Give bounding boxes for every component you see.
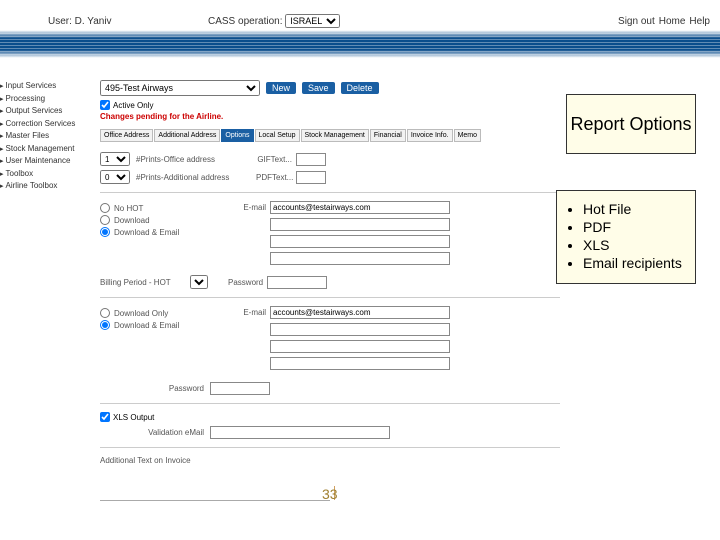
download-email-radio[interactable] (100, 227, 110, 237)
email2-input-2[interactable] (270, 323, 450, 336)
tab-office-address[interactable]: Office Address (100, 129, 153, 142)
user-label: User: D. Yaniv (48, 16, 208, 27)
header-links: Sign out Home Help (618, 16, 710, 27)
cass-op-label: CASS operation: (208, 16, 283, 27)
email-label: E-mail (230, 203, 270, 212)
active-only-label: Active Only (113, 101, 153, 110)
nav-toolbox[interactable]: Toolbox (0, 168, 92, 181)
top-bar: User: D. Yaniv CASS operation: ISRAEL Si… (48, 12, 710, 30)
side-nav: Input Services Processing Output Service… (0, 80, 92, 193)
nav-master-files[interactable]: Master Files (0, 130, 92, 143)
cass-op-select[interactable]: ISRAEL (285, 14, 340, 28)
prints-office-label: #Prints-Office address (136, 155, 256, 164)
airline-select[interactable]: 495-Test Airways (100, 80, 260, 96)
email2-input-1[interactable] (270, 306, 450, 319)
email2-input-3[interactable] (270, 340, 450, 353)
banner-stripe (0, 30, 720, 58)
pdftext-label: PDFText... (256, 173, 296, 182)
callout-list: Hot File PDF XLS Email recipients (556, 190, 696, 284)
tab-stock-mgmt[interactable]: Stock Management (301, 129, 369, 142)
nav-user-maintenance[interactable]: User Maintenance (0, 155, 92, 168)
email-input-1[interactable] (270, 201, 450, 214)
signout-link[interactable]: Sign out (618, 16, 655, 27)
cass-op: CASS operation: ISRAEL (208, 14, 408, 28)
delete-button[interactable]: Delete (341, 82, 379, 94)
nav-processing[interactable]: Processing (0, 93, 92, 106)
billing-period-row: Billing Period - HOT Password (100, 275, 560, 289)
new-button[interactable]: New (266, 82, 296, 94)
download-only-radio[interactable] (100, 308, 110, 318)
divider-2 (100, 297, 560, 298)
save-button[interactable]: Save (302, 82, 335, 94)
download-radio[interactable] (100, 215, 110, 225)
email2-label: E-mail (230, 308, 270, 317)
tab-memo[interactable]: Memo (454, 129, 481, 142)
divider-4 (100, 447, 560, 448)
addl-text-label: Additional Text on Invoice (100, 456, 191, 465)
divider-1 (100, 192, 560, 193)
active-only-row: Active Only (100, 100, 560, 110)
callout-item-hotfile: Hot File (583, 201, 687, 217)
callout-title-text: Report Options (570, 114, 691, 135)
tab-local-setup[interactable]: Local Setup (255, 129, 300, 142)
tab-financial[interactable]: Financial (370, 129, 406, 142)
nav-correction-services[interactable]: Correction Services (0, 118, 92, 131)
help-link[interactable]: Help (689, 16, 710, 27)
divider-3 (100, 403, 560, 404)
airline-row: 495-Test Airways New Save Delete (100, 80, 560, 96)
giftext-input[interactable] (296, 153, 326, 166)
download-label: Download (114, 216, 150, 225)
nav-stock-management[interactable]: Stock Management (0, 143, 92, 156)
validation-email-input[interactable] (210, 426, 390, 439)
active-only-checkbox[interactable] (100, 100, 110, 110)
billing-period-select[interactable] (190, 275, 208, 289)
pending-warning: Changes pending for the Airline. (100, 112, 560, 121)
nav-output-services[interactable]: Output Services (0, 105, 92, 118)
main-panel: 495-Test Airways New Save Delete Active … (100, 80, 560, 469)
password-label: Password (228, 278, 263, 287)
xls-checkbox[interactable] (100, 412, 110, 422)
password2-input[interactable] (210, 382, 270, 395)
callout-item-pdf: PDF (583, 219, 687, 235)
password-input[interactable] (267, 276, 327, 289)
no-hot-radio[interactable] (100, 203, 110, 213)
no-hot-label: No HOT (114, 204, 143, 213)
tab-bar: Office Address Additional Address Option… (100, 129, 560, 142)
password2-label: Password (100, 384, 210, 393)
page-number: 33 (322, 486, 338, 502)
email-input-3[interactable] (270, 235, 450, 248)
callout-item-email: Email recipients (583, 255, 687, 271)
email-input-4[interactable] (270, 252, 450, 265)
validation-email-label: Validation eMail (100, 428, 210, 437)
xls-row: XLS Output (100, 412, 560, 422)
download-email-label: Download & Email (114, 228, 179, 237)
footer-rule (100, 500, 330, 501)
pdftext-input[interactable] (296, 171, 326, 184)
email-input-2[interactable] (270, 218, 450, 231)
prints-office-select[interactable]: 1 (100, 152, 130, 166)
tab-additional-address[interactable]: Additional Address (154, 129, 220, 142)
tab-invoice-info[interactable]: Invoice Info. (407, 129, 453, 142)
nav-input-services[interactable]: Input Services (0, 80, 92, 93)
home-link[interactable]: Home (659, 16, 686, 27)
nav-airline-toolbox[interactable]: Airline Toolbox (0, 180, 92, 193)
prints-addl-select[interactable]: 0 (100, 170, 130, 184)
prints-addl-row: 0 #Prints-Additional address PDFText... (100, 170, 560, 184)
callout-title: Report Options (566, 94, 696, 154)
prints-office-row: 1 #Prints-Office address GIFText... (100, 152, 560, 166)
download-email2-radio[interactable] (100, 320, 110, 330)
email2-input-4[interactable] (270, 357, 450, 370)
download-email2-label: Download & Email (114, 321, 179, 330)
xls-label: XLS Output (113, 413, 154, 422)
download-only-label: Download Only (114, 309, 168, 318)
callout-item-xls: XLS (583, 237, 687, 253)
prints-addl-label: #Prints-Additional address (136, 173, 256, 182)
giftext-label: GIFText... (256, 155, 296, 164)
billing-period-label: Billing Period - HOT (100, 278, 190, 287)
tab-options[interactable]: Options (221, 129, 253, 142)
